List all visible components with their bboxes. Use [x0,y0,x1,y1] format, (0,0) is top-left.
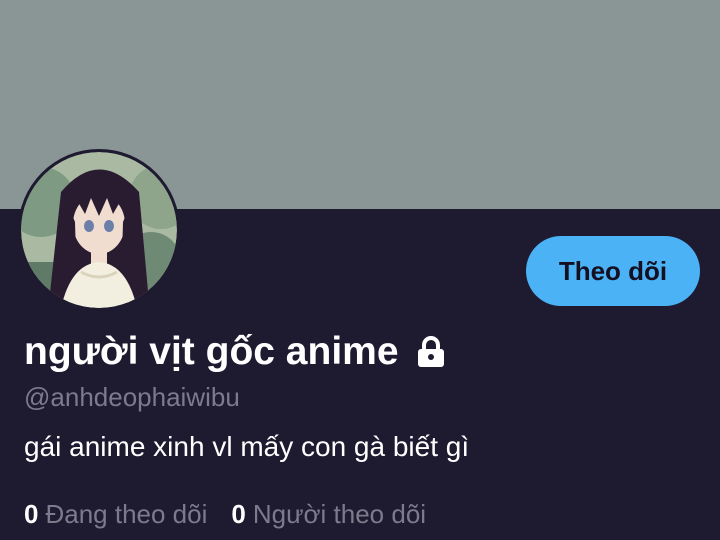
lock-icon [415,335,447,369]
followers-stat[interactable]: 0 Người theo dõi [231,499,426,530]
profile-stats: 0 Đang theo dõi 0 Người theo dõi [24,499,450,530]
avatar-image [21,152,177,308]
follow-button[interactable]: Theo dõi [526,236,700,306]
following-count: 0 [24,499,39,529]
following-stat[interactable]: 0 Đang theo dõi [24,499,207,530]
followers-label: Người theo dõi [252,499,427,529]
profile-bio: gái anime xinh vl mấy con gà biết gì [24,431,470,462]
followers-count: 0 [231,499,246,529]
display-name: người vịt gốc anime [24,330,399,373]
following-label: Đang theo dõi [45,499,208,529]
name-row: người vịt gốc anime [24,330,447,374]
avatar[interactable] [18,149,180,311]
profile-handle: @anhdeophaiwibu [24,382,240,412]
